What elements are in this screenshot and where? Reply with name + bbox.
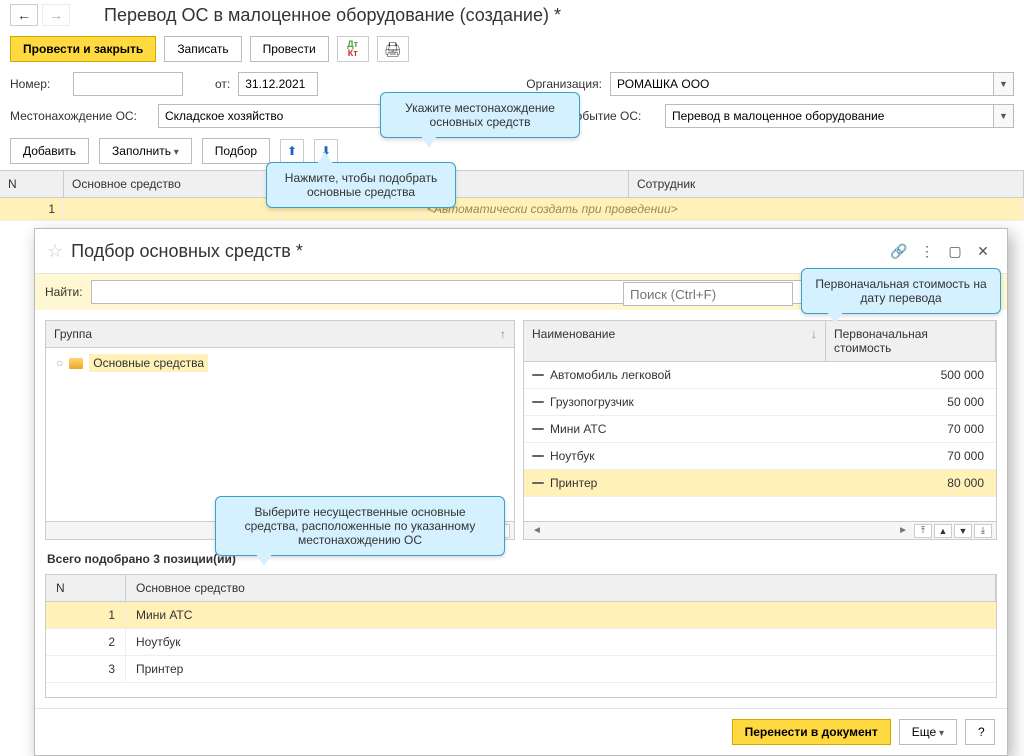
item-icon	[532, 455, 544, 457]
post-and-close-button[interactable]: Провести и закрыть	[10, 36, 156, 62]
asset-search-input[interactable]	[623, 282, 793, 306]
scroll-bottom-button[interactable]: ⤓	[974, 524, 992, 538]
scroll-top-button[interactable]: ⤒	[914, 524, 932, 538]
printer-icon	[384, 41, 402, 58]
pick-button[interactable]: Подбор	[202, 138, 270, 164]
main-table-row[interactable]: 1 <Автоматически создать при проведении>	[0, 198, 1024, 221]
callout-location: Укажите местонахождение основных средств	[380, 92, 580, 138]
asset-row-selected[interactable]: Принтер 80 000	[524, 470, 996, 497]
asset-row[interactable]: Грузопогрузчик 50 000	[524, 389, 996, 416]
callout-choose: Выберите несущественные основные средств…	[215, 496, 505, 556]
selected-row[interactable]: 3 Принтер	[46, 656, 996, 683]
item-icon	[532, 482, 544, 484]
mth-emp: Сотрудник	[629, 171, 1024, 197]
mth-n: N	[0, 171, 64, 197]
maximize-icon[interactable]: ▢	[943, 239, 967, 263]
org-dropdown-button[interactable]: ▼	[994, 72, 1014, 96]
asset-row[interactable]: Ноутбук 70 000	[524, 443, 996, 470]
post-button[interactable]: Провести	[250, 36, 329, 62]
kebab-icon[interactable]: ⋮	[915, 239, 939, 263]
dialog-title: Подбор основных средств *	[71, 241, 883, 262]
scroll-up-button[interactable]: ▲	[934, 524, 952, 538]
sel-col-n: N	[46, 575, 126, 601]
group-header: Группа	[54, 327, 500, 341]
asset-row[interactable]: Мини АТС 70 000	[524, 416, 996, 443]
mth-asset: Основное средство	[64, 171, 279, 197]
org-input[interactable]	[610, 72, 994, 96]
item-icon	[532, 401, 544, 403]
asset-row[interactable]: Автомобиль легковой 500 000	[524, 362, 996, 389]
event-label: Событие ОС:	[567, 109, 657, 123]
col-cost: Первоначальная стоимость	[826, 321, 996, 361]
item-icon	[532, 374, 544, 376]
date-input[interactable]	[238, 72, 318, 96]
pick-dialog: ☆ Подбор основных средств * 🔗 ⋮ ▢ ✕ Найт…	[34, 228, 1008, 756]
nav-back-button[interactable]: ←	[10, 4, 38, 26]
number-input[interactable]	[73, 72, 183, 96]
expand-handle-icon[interactable]: ○	[56, 356, 63, 370]
sel-col-name: Основное средство	[126, 575, 996, 601]
add-button[interactable]: Добавить	[10, 138, 89, 164]
print-button[interactable]	[377, 36, 409, 62]
selected-row[interactable]: 2 Ноутбук	[46, 629, 996, 656]
help-button[interactable]: ?	[965, 719, 995, 745]
group-name: Основные средства	[89, 354, 208, 372]
event-dropdown-button[interactable]: ▼	[994, 104, 1014, 128]
item-icon	[532, 428, 544, 430]
find-label: Найти:	[45, 285, 83, 299]
event-input[interactable]	[665, 104, 994, 128]
selected-row[interactable]: 1 Мини АТС	[46, 602, 996, 629]
save-button[interactable]: Записать	[164, 36, 241, 62]
sort-up-icon[interactable]: ↑	[500, 327, 506, 341]
nav-forward-button[interactable]: →	[42, 4, 70, 26]
scroll-down-button[interactable]: ▼	[954, 524, 972, 538]
transfer-button[interactable]: Перенести в документ	[732, 719, 891, 745]
link-icon[interactable]: 🔗	[887, 239, 911, 263]
number-label: Номер:	[10, 77, 65, 91]
sort-down-icon[interactable]: ↓	[811, 327, 817, 355]
fill-button[interactable]: Заполнить	[99, 138, 192, 164]
callout-pick: Нажмите, чтобы подобрать основные средст…	[266, 162, 456, 208]
org-label: Организация:	[526, 77, 602, 91]
page-title: Перевод ОС в малоценное оборудование (со…	[104, 5, 561, 26]
more-button[interactable]: Еще	[899, 719, 957, 745]
close-icon[interactable]: ✕	[971, 239, 995, 263]
location-label: Местонахождение ОС:	[10, 109, 150, 123]
dtkt-button[interactable]: ДтКт	[337, 36, 369, 62]
selected-count-label: Всего подобрано 3 позиции(ии)	[35, 544, 1007, 574]
tree-row[interactable]: ○ Основные средства	[46, 348, 514, 378]
folder-icon	[69, 358, 83, 369]
move-up-button[interactable]: ⬆	[280, 139, 304, 163]
callout-cost: Первоначальная стоимость на дату перевод…	[801, 268, 1001, 314]
from-label: от:	[215, 77, 230, 91]
favorite-icon[interactable]: ☆	[47, 241, 63, 262]
col-name: Наименование	[532, 327, 615, 355]
